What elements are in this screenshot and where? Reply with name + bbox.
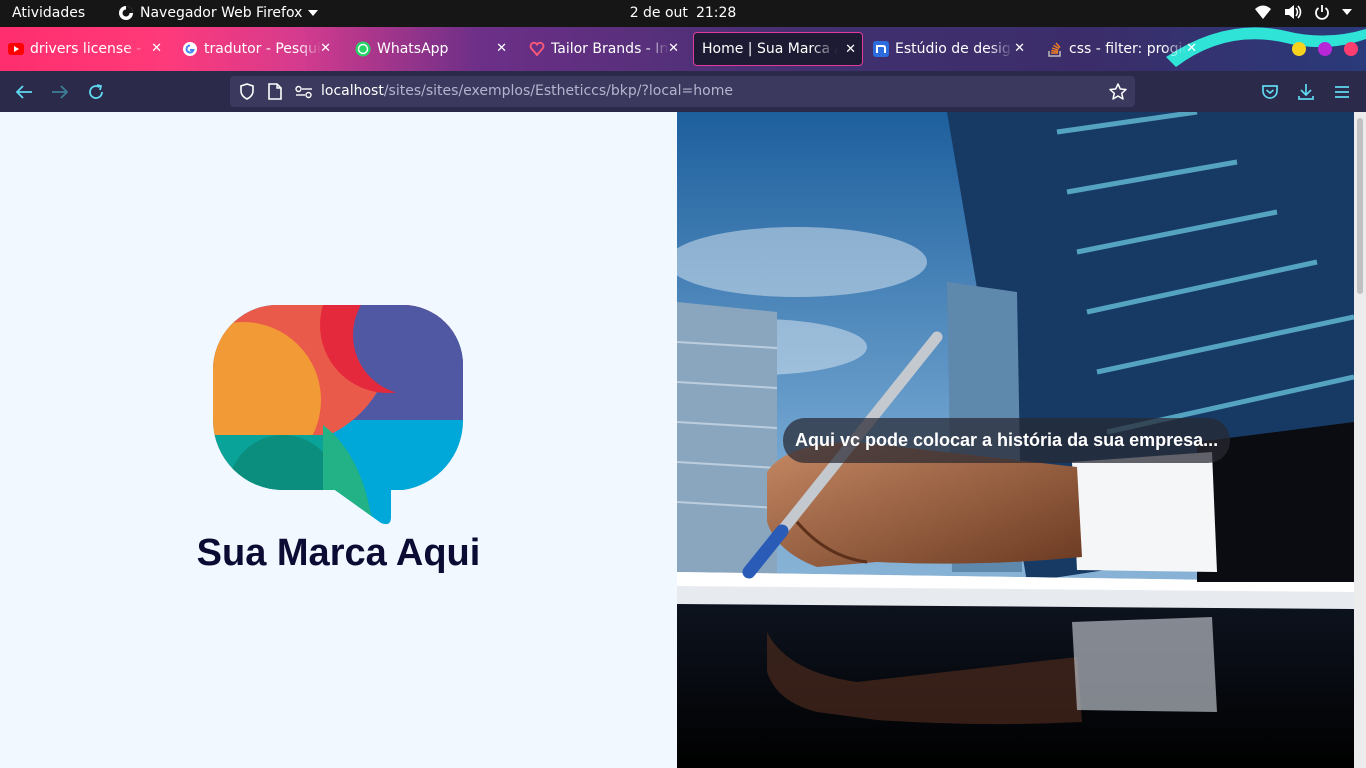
- tab-whatsapp[interactable]: WhatsApp ✕: [355, 32, 513, 66]
- arrow-left-icon: [15, 85, 32, 99]
- clock-date: 2 de out: [629, 5, 688, 21]
- youtube-icon: [8, 41, 24, 57]
- tab-youtube[interactable]: drivers license - O ✕: [8, 32, 168, 66]
- url-host: localhost: [321, 83, 384, 99]
- hero-image: Aqui vc pode colocar a história da sua e…: [677, 112, 1354, 768]
- tab-title: Estúdio de design: [895, 41, 1013, 57]
- clock-time: 21:28: [695, 5, 737, 21]
- pocket-button[interactable]: [1260, 82, 1280, 102]
- close-icon[interactable]: ✕: [1186, 41, 1197, 57]
- maximize-button[interactable]: [1318, 42, 1332, 56]
- tab-home-active[interactable]: Home | Sua Marca Aq ✕: [693, 32, 863, 66]
- scrollbar-thumb[interactable]: [1357, 118, 1363, 294]
- caret-down-icon: [1342, 9, 1352, 15]
- url-bar[interactable]: localhost/sites/sites/exemplos/Estheticc…: [230, 76, 1135, 107]
- forward-button[interactable]: [50, 82, 70, 102]
- window-controls: [1292, 42, 1358, 56]
- arrow-right-icon: [52, 85, 69, 99]
- tab-strip: drivers license - O ✕ tradutor - Pesquis…: [0, 27, 1366, 71]
- power-icon: [1315, 5, 1329, 20]
- wifi-icon: [1255, 5, 1271, 19]
- downloads-button[interactable]: [1296, 82, 1316, 102]
- star-bookmark-icon[interactable]: [1109, 83, 1127, 100]
- navigation-toolbar: localhost/sites/sites/exemplos/Estheticc…: [0, 71, 1366, 112]
- whatsapp-icon: [355, 41, 371, 57]
- tab-google[interactable]: tradutor - Pesquisa ✕: [182, 32, 337, 66]
- shield-icon[interactable]: [239, 83, 255, 100]
- pocket-icon: [1262, 85, 1278, 99]
- google-icon: [182, 41, 198, 57]
- stackoverflow-icon: [1047, 41, 1063, 57]
- permissions-icon[interactable]: [295, 85, 313, 99]
- system-tray[interactable]: [1254, 4, 1352, 20]
- hero-caption: Aqui vc pode colocar a história da sua e…: [783, 418, 1231, 463]
- minimize-button[interactable]: [1292, 42, 1306, 56]
- page-info-icon[interactable]: [268, 83, 282, 100]
- page-content: Sua Marca Aqui Aqui vc pode colocar a hi…: [0, 112, 1366, 768]
- tab-title: css - filter: progid: [1069, 41, 1187, 57]
- tab-tailor-brands[interactable]: Tailor Brands - Ins ✕: [529, 32, 685, 66]
- tailor-brands-icon: [529, 41, 545, 57]
- tab-title: tradutor - Pesquisa: [204, 41, 322, 57]
- close-icon[interactable]: ✕: [1014, 41, 1025, 57]
- tab-title: drivers license - O: [30, 41, 148, 57]
- system-top-bar: Atividades Navegador Web Firefox 2 de ou…: [0, 0, 1366, 27]
- hamburger-icon: [1335, 86, 1349, 98]
- page-scrollbar[interactable]: [1354, 112, 1366, 768]
- tab-estudio-design[interactable]: Estúdio de design ✕: [873, 32, 1031, 66]
- speech-bubble-logo: [213, 305, 464, 525]
- menu-button[interactable]: [1332, 82, 1352, 102]
- url-path: /sites/sites/exemplos/Estheticcs/bkp/?lo…: [383, 83, 733, 99]
- close-icon[interactable]: ✕: [845, 42, 856, 58]
- download-icon: [1298, 84, 1314, 100]
- n-icon: [873, 41, 889, 57]
- close-window-button[interactable]: [1344, 42, 1358, 56]
- tab-title: WhatsApp: [377, 41, 449, 57]
- close-icon[interactable]: ✕: [496, 41, 507, 57]
- close-icon[interactable]: ✕: [320, 41, 331, 57]
- reload-button[interactable]: [86, 82, 106, 102]
- tab-title: Tailor Brands - Ins: [551, 41, 669, 57]
- close-icon[interactable]: ✕: [668, 41, 679, 57]
- back-button[interactable]: [14, 82, 34, 102]
- brand-name: Sua Marca Aqui: [196, 532, 481, 574]
- brand-panel: Sua Marca Aqui: [0, 112, 677, 768]
- volume-icon: [1285, 5, 1302, 19]
- close-icon[interactable]: ✕: [151, 41, 162, 57]
- url-text[interactable]: localhost/sites/sites/exemplos/Estheticc…: [321, 83, 733, 99]
- clock[interactable]: 2 de out 21:28: [0, 5, 1366, 21]
- tab-title: Home | Sua Marca Aq: [702, 41, 838, 57]
- reload-icon: [89, 84, 103, 99]
- tab-stackoverflow[interactable]: css - filter: progid ✕: [1047, 32, 1203, 66]
